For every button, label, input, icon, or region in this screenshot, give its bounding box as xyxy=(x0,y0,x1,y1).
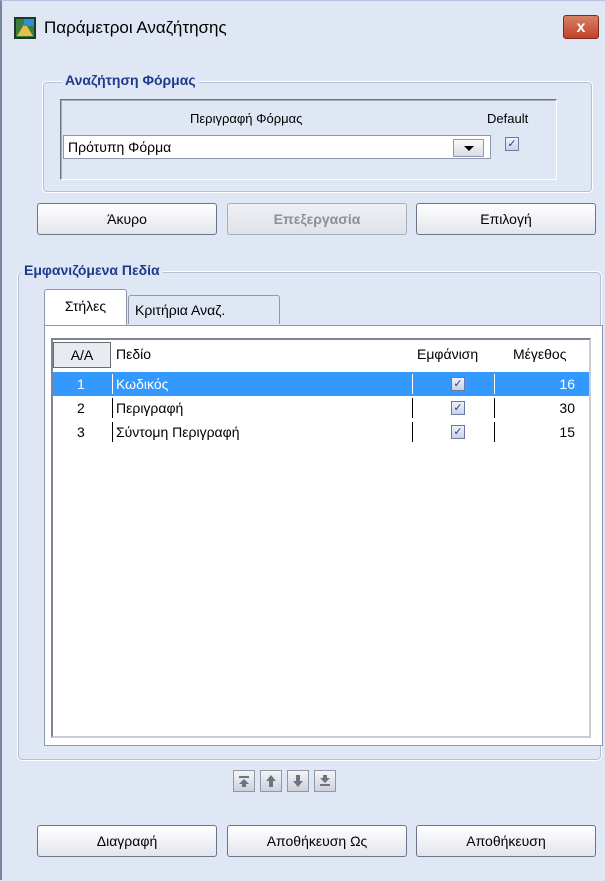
move-down-icon xyxy=(293,775,303,787)
form-select[interactable]: Πρότυπη Φόρμα xyxy=(63,135,491,159)
column-divider xyxy=(112,398,113,418)
row-size: 16 xyxy=(559,376,575,392)
edit-button[interactable]: Επεξεργασία xyxy=(227,203,407,235)
delete-button[interactable]: Διαγραφή xyxy=(37,825,217,857)
save-button[interactable]: Αποθήκευση xyxy=(416,825,596,857)
default-header: Default xyxy=(487,111,529,126)
app-icon xyxy=(14,17,36,39)
cancel-button[interactable]: Άκυρο xyxy=(37,203,217,235)
header-field[interactable]: Πεδίο xyxy=(116,340,151,368)
move-bottom-button[interactable] xyxy=(314,770,336,792)
select-button[interactable]: Επιλογή xyxy=(416,203,596,235)
visible-checkbox[interactable]: ✓ xyxy=(451,401,465,415)
visible-checkbox[interactable]: ✓ xyxy=(451,377,465,391)
table-row[interactable]: 3 Σύντομη Περιγραφή ✓ 15 xyxy=(53,420,589,444)
row-field: Σύντομη Περιγραφή xyxy=(116,424,240,440)
column-divider xyxy=(412,422,413,442)
column-divider xyxy=(494,422,495,442)
form-search-legend: Αναζήτηση Φόρμας xyxy=(62,72,199,88)
move-bottom-icon xyxy=(320,775,330,786)
row-size: 30 xyxy=(559,400,575,416)
displayed-fields-legend: Εμφανιζόμενα Πεδία xyxy=(21,262,163,278)
header-size[interactable]: Μέγεθος xyxy=(513,340,566,368)
column-divider xyxy=(112,422,113,442)
table-row[interactable]: 2 Περιγραφή ✓ 30 xyxy=(53,396,589,420)
column-divider xyxy=(412,374,413,394)
title-bar[interactable]: Παράμετροι Αναζήτησης x xyxy=(2,1,605,57)
column-divider xyxy=(494,398,495,418)
save-as-button[interactable]: Αποθήκευση Ως xyxy=(227,825,407,857)
header-aa[interactable]: Α/Α xyxy=(53,342,111,368)
row-field: Κωδικός xyxy=(116,376,169,392)
move-top-icon xyxy=(239,776,249,787)
dropdown-arrow-icon[interactable] xyxy=(453,139,484,157)
column-divider xyxy=(412,398,413,418)
row-number: 3 xyxy=(77,424,85,440)
column-divider xyxy=(112,374,113,394)
header-visible[interactable]: Εμφάνιση xyxy=(417,340,478,368)
tab-search-criteria[interactable]: Κριτήρια Αναζ. xyxy=(128,295,280,324)
search-parameters-window: Παράμετροι Αναζήτησης x Αναζήτηση Φόρμας… xyxy=(0,0,605,880)
form-description-header: Περιγραφή Φόρμας xyxy=(190,111,303,126)
row-number: 2 xyxy=(77,400,85,416)
column-divider xyxy=(494,374,495,394)
row-number: 1 xyxy=(77,376,85,392)
fields-grid[interactable]: Α/Α Πεδίο Εμφάνιση Μέγεθος 1 Κωδικός ✓ 1… xyxy=(51,338,591,738)
close-button[interactable]: x xyxy=(563,15,599,39)
move-up-button[interactable] xyxy=(260,770,282,792)
table-row[interactable]: 1 Κωδικός ✓ 16 xyxy=(53,372,589,396)
visible-checkbox[interactable]: ✓ xyxy=(451,425,465,439)
row-field: Περιγραφή xyxy=(116,400,184,416)
move-down-button[interactable] xyxy=(287,770,309,792)
move-up-icon xyxy=(266,775,276,787)
default-checkbox[interactable]: ✓ xyxy=(505,137,519,151)
grid-header: Α/Α Πεδίο Εμφάνιση Μέγεθος xyxy=(53,340,589,370)
move-top-button[interactable] xyxy=(233,770,255,792)
tab-columns[interactable]: Στήλες xyxy=(44,289,127,325)
window-title: Παράμετροι Αναζήτησης xyxy=(44,18,227,37)
row-size: 15 xyxy=(559,424,575,440)
